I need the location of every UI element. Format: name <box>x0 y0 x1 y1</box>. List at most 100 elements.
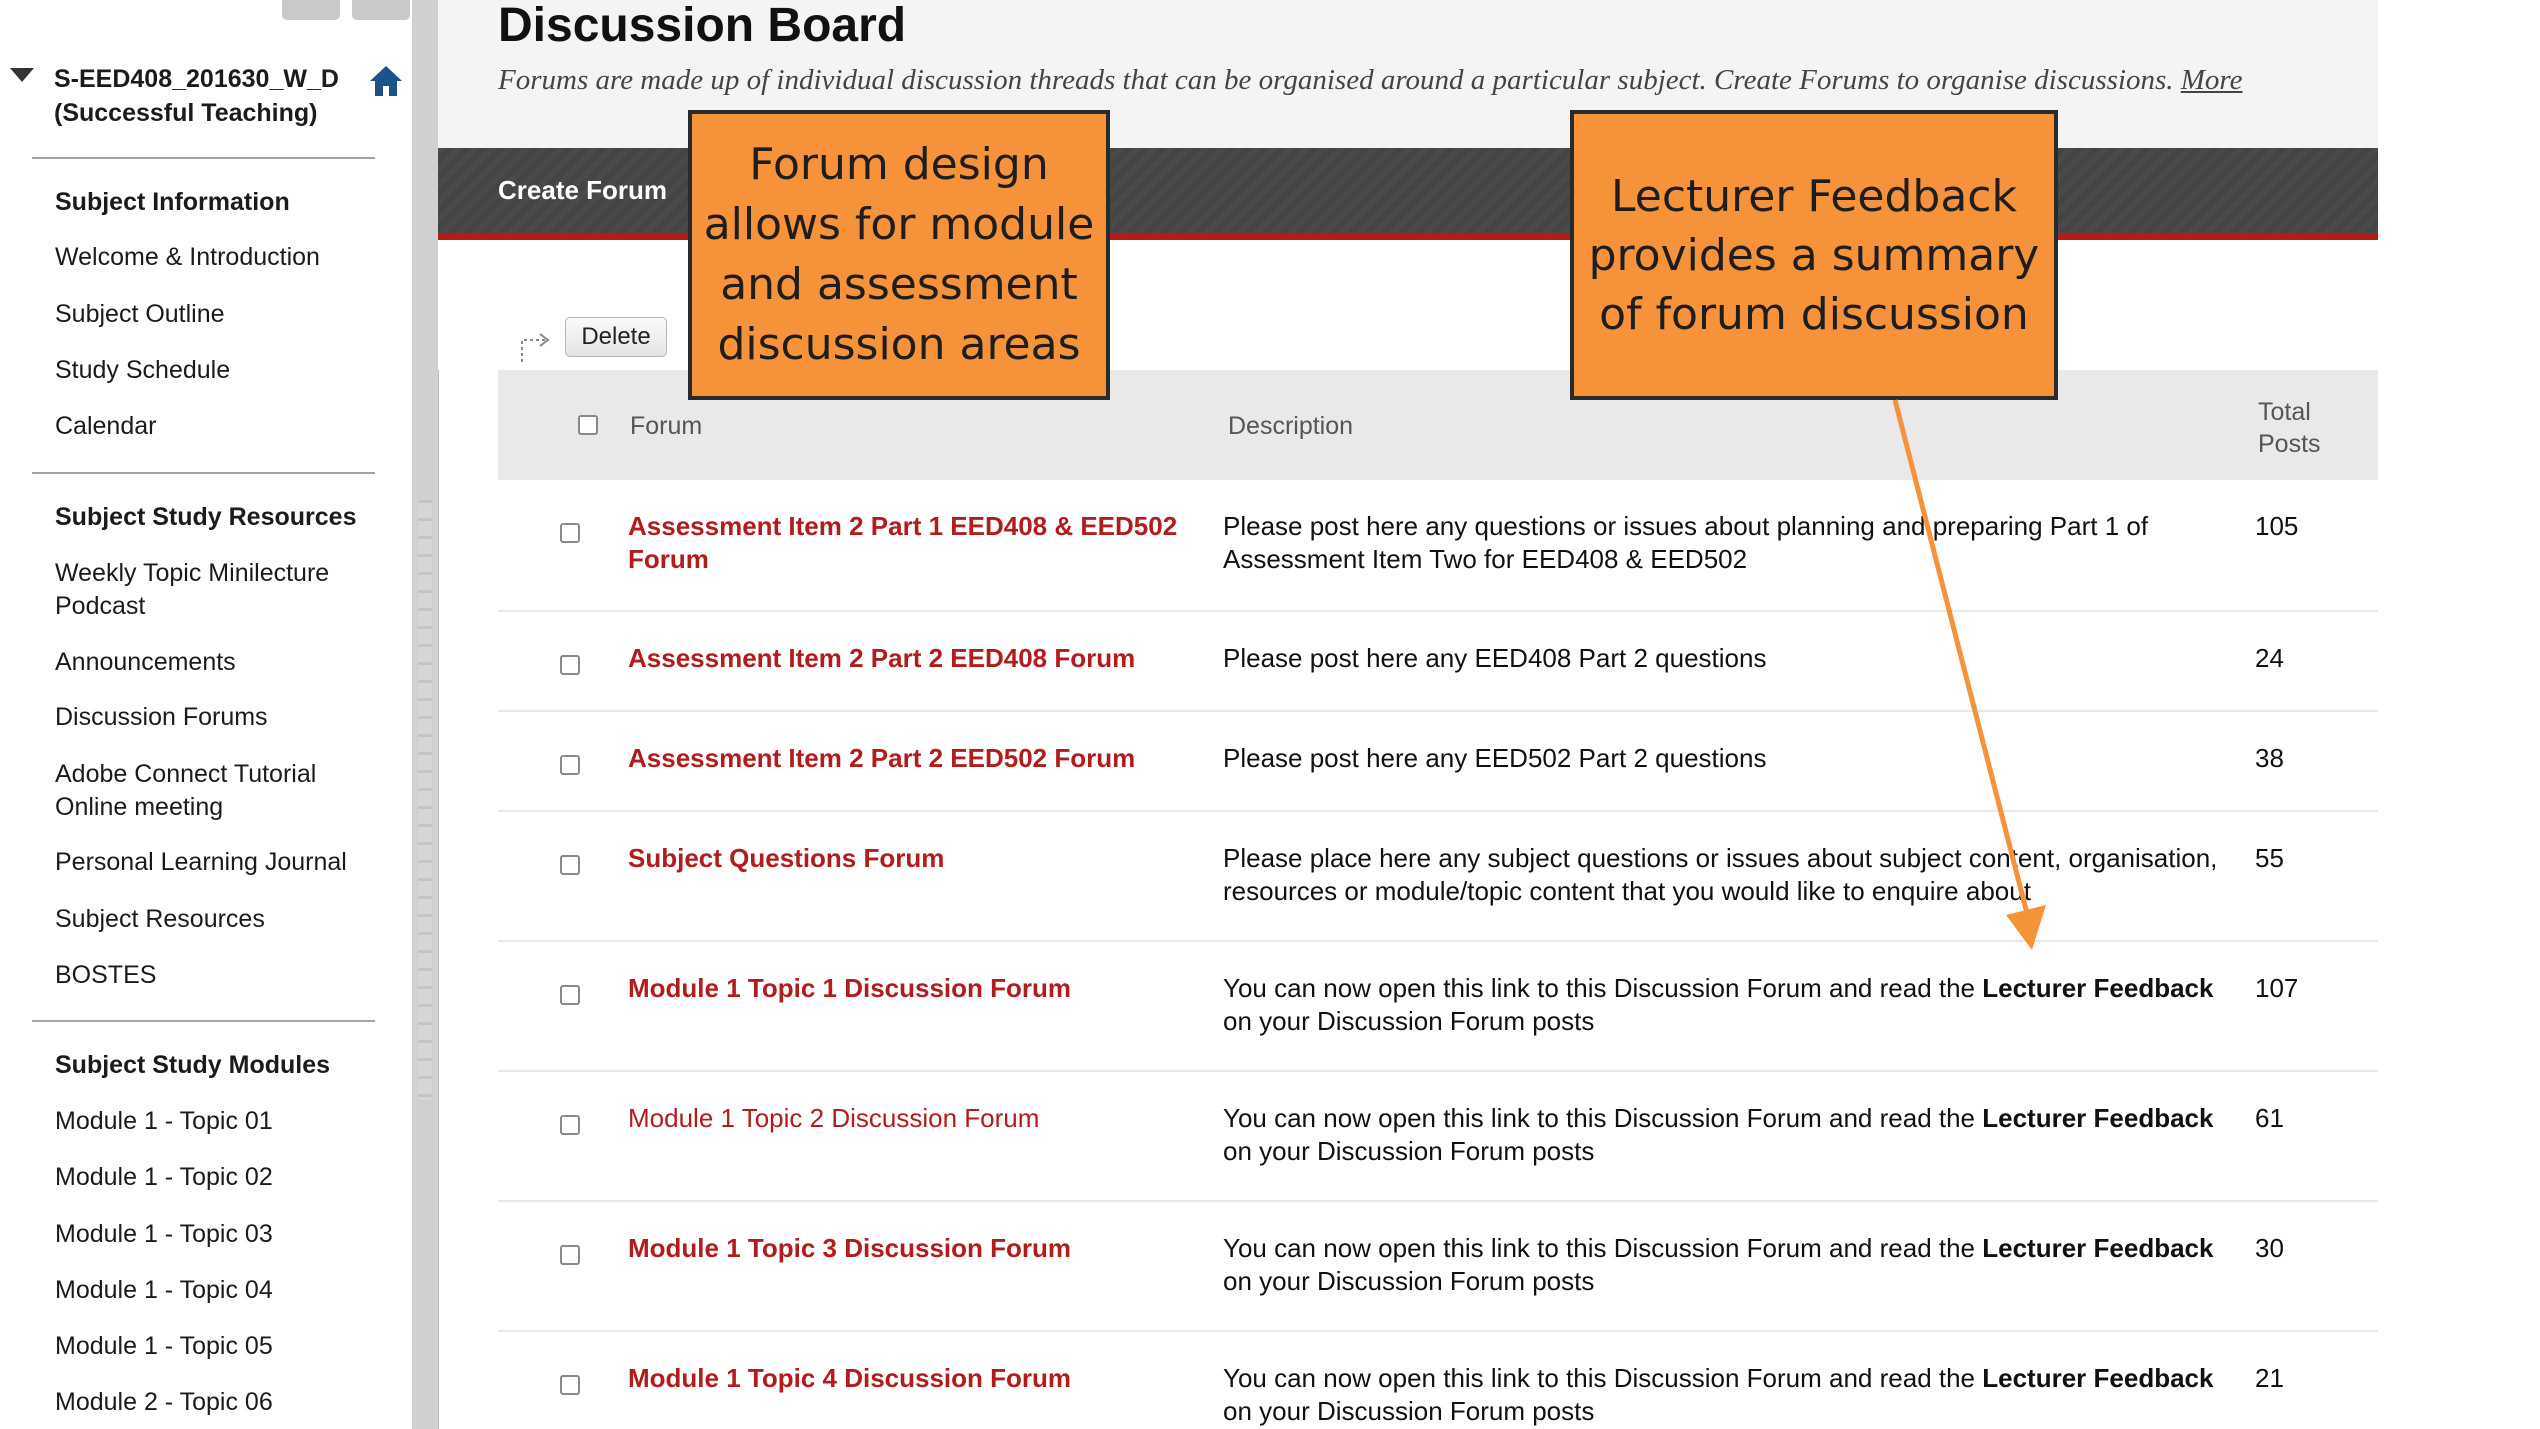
course-title[interactable]: S-EED408_201630_W_D (Successful Teaching… <box>54 62 354 130</box>
sidebar-item-calendar[interactable]: Calendar <box>55 410 375 443</box>
create-forum-button[interactable]: Create Forum <box>498 148 667 233</box>
forum-link[interactable]: Module 1 Topic 3 Discussion Forum <box>628 1232 1188 1265</box>
row-checkbox[interactable] <box>560 755 580 775</box>
total-posts[interactable]: 30 <box>2255 1232 2284 1265</box>
total-posts[interactable]: 105 <box>2255 510 2298 543</box>
sidebar-item-module1-topic02[interactable]: Module 1 - Topic 02 <box>55 1161 375 1194</box>
forum-description: Please post here any questions or issues… <box>1223 511 2149 574</box>
forum-description: You can now open this link to this Discu… <box>1223 1362 2223 1428</box>
sidebar-item-study-schedule[interactable]: Study Schedule <box>55 354 375 387</box>
page-margin <box>2378 0 2540 1429</box>
sidebar-resize-handle[interactable] <box>412 0 439 1429</box>
sidebar-item-learning-journal[interactable]: Personal Learning Journal <box>55 846 375 879</box>
table-row: Assessment Item 2 Part 2 EED502 Forum Pl… <box>498 712 2378 812</box>
table-row: Module 1 Topic 2 Discussion Forum You ca… <box>498 1072 2378 1202</box>
table-row: Assessment Item 2 Part 2 EED408 Forum Pl… <box>498 612 2378 712</box>
sidebar-item-module1-topic03[interactable]: Module 1 - Topic 03 <box>55 1218 375 1251</box>
row-checkbox[interactable] <box>560 1115 580 1135</box>
sidebar-item-module1-topic05[interactable]: Module 1 - Topic 05 <box>55 1330 375 1363</box>
sidebar-item-minilecture-podcast[interactable]: Weekly Topic Minilecture Podcast <box>55 557 375 623</box>
forum-link[interactable]: Assessment Item 2 Part 2 EED408 Forum <box>628 642 1188 675</box>
forum-description: Please place here any subject questions … <box>1223 843 2218 906</box>
sidebar-heading: Subject Study Resources <box>55 503 357 531</box>
sidebar-topbar <box>0 0 412 20</box>
table-row: Module 1 Topic 1 Discussion Forum You ca… <box>498 942 2378 1072</box>
total-posts[interactable]: 38 <box>2255 742 2284 775</box>
table-row: Assessment Item 2 Part 1 EED408 & EED502… <box>498 480 2378 612</box>
forum-link[interactable]: Module 1 Topic 4 Discussion Forum <box>628 1362 1188 1395</box>
description-text: on your Discussion Forum posts <box>1223 1136 1595 1166</box>
forum-description: You can now open this link to this Discu… <box>1223 972 2223 1038</box>
row-checkbox[interactable] <box>560 523 580 543</box>
course-menu-sidebar: S-EED408_201630_W_D (Successful Teaching… <box>0 0 412 1429</box>
description-text: You can now open this link to this Discu… <box>1223 973 1983 1003</box>
forum-link[interactable]: Module 1 Topic 2 Discussion Forum <box>628 1102 1188 1135</box>
row-checkbox[interactable] <box>560 655 580 675</box>
total-posts[interactable]: 55 <box>2255 842 2284 875</box>
triangle-down-icon[interactable] <box>10 68 34 82</box>
more-link[interactable]: More <box>2181 64 2243 96</box>
sidebar-item-subject-resources[interactable]: Subject Resources <box>55 903 375 936</box>
grip-icon <box>418 500 432 1100</box>
description-text: You can now open this link to this Discu… <box>1223 1233 1983 1263</box>
table-row: Module 1 Topic 4 Discussion Forum You ca… <box>498 1332 2378 1428</box>
sidebar-item-bostes[interactable]: BOSTES <box>55 959 375 992</box>
page-title: Discussion Board <box>498 0 907 52</box>
row-checkbox[interactable] <box>560 1375 580 1395</box>
lecturer-feedback-text: Lecturer Feedback <box>1982 1363 2214 1393</box>
total-posts[interactable]: 24 <box>2255 642 2284 675</box>
total-posts[interactable]: 107 <box>2255 972 2298 1005</box>
description-text: on your Discussion Forum posts <box>1223 1266 1595 1296</box>
total-posts[interactable]: 61 <box>2255 1102 2284 1135</box>
sidebar-heading: Subject Study Modules <box>55 1051 331 1079</box>
callout-text: Lecturer Feedback provides a summary of … <box>1588 170 2040 340</box>
page-description: Forums are made up of individual discuss… <box>498 64 2378 97</box>
table-row: Subject Questions Forum Please place her… <box>498 812 2378 942</box>
description-text: on your Discussion Forum posts <box>1223 1396 1595 1426</box>
lecturer-feedback-text: Lecturer Feedback <box>1982 1233 2214 1263</box>
sidebar-item-module2-topic06[interactable]: Module 2 - Topic 06 <box>55 1386 375 1419</box>
sidebar-divider <box>32 1020 375 1022</box>
page-description-text: Forums are made up of individual discuss… <box>498 64 2174 96</box>
description-text: on your Discussion Forum posts <box>1223 1006 1595 1036</box>
column-header-description[interactable]: Description <box>1228 412 1353 441</box>
callout-text: Forum design allows for module and asses… <box>703 139 1095 370</box>
row-checkbox[interactable] <box>560 855 580 875</box>
topbar-button[interactable] <box>282 0 340 20</box>
forum-description: You can now open this link to this Discu… <box>1223 1232 2223 1298</box>
forum-description: Please post here any EED502 Part 2 quest… <box>1223 743 1767 773</box>
delete-button[interactable]: Delete <box>565 317 667 357</box>
forum-link[interactable]: Assessment Item 2 Part 1 EED408 & EED502… <box>628 510 1188 576</box>
forum-link[interactable]: Module 1 Topic 1 Discussion Forum <box>628 972 1188 1005</box>
home-icon[interactable] <box>368 64 404 98</box>
select-all-checkbox[interactable] <box>578 415 598 435</box>
sidebar-divider <box>32 472 375 474</box>
forum-link[interactable]: Subject Questions Forum <box>628 842 1188 875</box>
forum-link[interactable]: Assessment Item 2 Part 2 EED502 Forum <box>628 742 1188 775</box>
sidebar-item-discussion-forums[interactable]: Discussion Forums <box>55 701 375 734</box>
forum-description: You can now open this link to this Discu… <box>1223 1102 2223 1168</box>
callout-lecturer-feedback: Lecturer Feedback provides a summary of … <box>1570 110 2058 400</box>
sidebar-item-subject-outline[interactable]: Subject Outline <box>55 298 375 331</box>
column-header-forum[interactable]: Forum <box>630 412 702 441</box>
sidebar-heading: Subject Information <box>55 188 290 216</box>
row-checkbox[interactable] <box>560 985 580 1005</box>
forum-description: Please post here any EED408 Part 2 quest… <box>1223 643 1767 673</box>
sidebar-item-announcements[interactable]: Announcements <box>55 646 375 679</box>
sidebar-item-module1-topic01[interactable]: Module 1 - Topic 01 <box>55 1105 375 1138</box>
sidebar-item-welcome[interactable]: Welcome & Introduction <box>55 241 375 274</box>
lecturer-feedback-text: Lecturer Feedback <box>1982 973 2214 1003</box>
column-header-total-posts[interactable]: Total Posts <box>2258 396 2338 460</box>
callout-forum-design: Forum design allows for module and asses… <box>688 110 1110 400</box>
sidebar-item-adobe-connect[interactable]: Adobe Connect Tutorial Online meeting <box>55 758 375 824</box>
description-text: You can now open this link to this Discu… <box>1223 1363 1983 1393</box>
lecturer-feedback-text: Lecturer Feedback <box>1982 1103 2214 1133</box>
description-text: You can now open this link to this Discu… <box>1223 1103 1983 1133</box>
total-posts[interactable]: 21 <box>2255 1362 2284 1395</box>
row-checkbox[interactable] <box>560 1245 580 1265</box>
sidebar-divider <box>32 157 375 159</box>
topbar-button[interactable] <box>352 0 410 20</box>
dotted-arrow-icon <box>521 333 550 362</box>
sidebar-item-module1-topic04[interactable]: Module 1 - Topic 04 <box>55 1274 375 1307</box>
table-row: Module 1 Topic 3 Discussion Forum You ca… <box>498 1202 2378 1332</box>
